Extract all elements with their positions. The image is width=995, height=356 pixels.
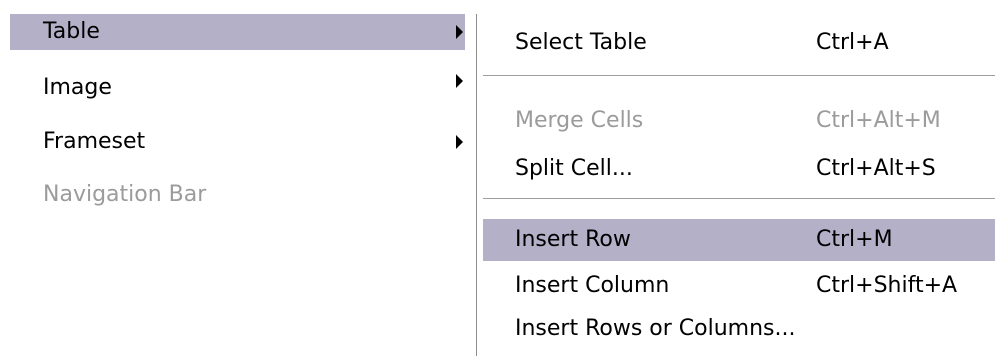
submenu-item-merge-cells[interactable]: Merge Cells Ctrl+Alt+M xyxy=(483,100,995,142)
submenu-item-label: Merge Cells xyxy=(515,108,644,133)
menu-item-image[interactable]: Image xyxy=(10,70,465,106)
submenu-item-label: Split Cell... xyxy=(515,156,633,181)
insert-menu: Table Image Frameset Navigation Bar xyxy=(0,0,475,356)
submenu-item-insert-row[interactable]: Insert Row Ctrl+M xyxy=(483,219,995,261)
submenu-arrow-icon xyxy=(456,25,463,39)
menu-item-label: Table xyxy=(43,19,100,44)
submenu-item-insert-rows-or-columns[interactable]: Insert Rows or Columns... xyxy=(483,308,995,350)
menu-item-label: Frameset xyxy=(43,129,146,154)
submenu-item-insert-column[interactable]: Insert Column Ctrl+Shift+A xyxy=(483,265,995,307)
submenu-item-shortcut: Ctrl+M xyxy=(816,227,893,252)
submenu-item-label: Insert Column xyxy=(515,273,670,298)
submenu-item-shortcut: Ctrl+Alt+S xyxy=(816,156,936,181)
table-submenu: Select Table Ctrl+A Merge Cells Ctrl+Alt… xyxy=(476,14,995,356)
menu-item-table[interactable]: Table xyxy=(10,14,465,50)
menu-separator xyxy=(483,198,995,200)
submenu-item-label: Insert Row xyxy=(515,227,631,252)
submenu-item-shortcut: Ctrl+Shift+A xyxy=(816,273,958,298)
submenu-arrow-icon xyxy=(456,135,463,149)
submenu-item-label: Select Table xyxy=(515,30,647,55)
submenu-item-label: Insert Rows or Columns... xyxy=(515,316,796,341)
submenu-item-split-cell[interactable]: Split Cell... Ctrl+Alt+S xyxy=(483,148,995,190)
menu-item-navigation-bar[interactable]: Navigation Bar xyxy=(10,177,465,213)
submenu-item-shortcut: Ctrl+A xyxy=(816,30,889,55)
menu-item-frameset[interactable]: Frameset xyxy=(10,124,465,160)
menu-separator xyxy=(483,75,995,77)
menu-item-label: Image xyxy=(43,75,112,100)
submenu-item-select-table[interactable]: Select Table Ctrl+A xyxy=(483,22,995,64)
submenu-item-shortcut: Ctrl+Alt+M xyxy=(816,108,941,133)
submenu-arrow-icon xyxy=(456,74,463,88)
menu-screenshot: Table Image Frameset Navigation Bar Sele… xyxy=(0,0,995,356)
menu-item-label: Navigation Bar xyxy=(43,182,207,207)
